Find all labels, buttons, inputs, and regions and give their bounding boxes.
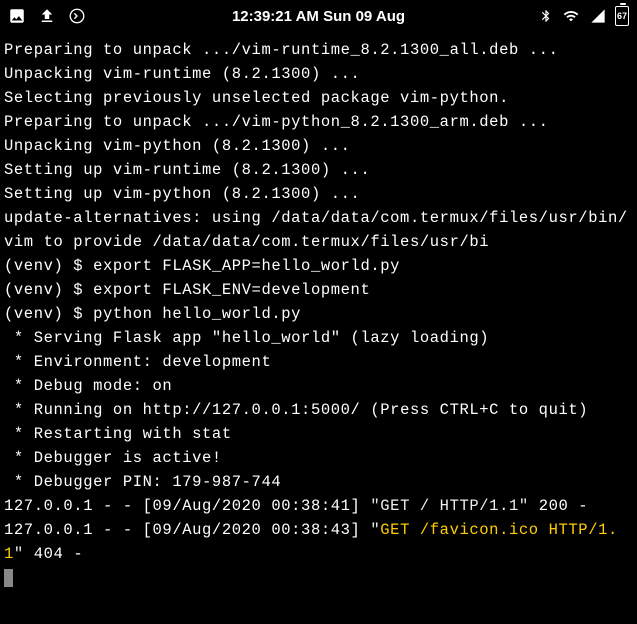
terminal-line: * Debugger is active! [4, 449, 222, 467]
terminal-line: Preparing to unpack .../vim-python_8.2.1… [4, 113, 549, 131]
terminal-output[interactable]: Preparing to unpack .../vim-runtime_8.2.… [0, 32, 637, 596]
log-entry: 127.0.0.1 - - [09/Aug/2020 00:38:43] "GE… [4, 521, 618, 563]
terminal-line: * Environment: development [4, 353, 271, 371]
log-entry: 127.0.0.1 - - [09/Aug/2020 00:38:41] "GE… [4, 497, 588, 515]
terminal-line: Selecting previously unselected package … [4, 89, 509, 107]
terminal-cursor [4, 569, 13, 587]
terminal-line: Setting up vim-runtime (8.2.1300) ... [4, 161, 370, 179]
terminal-line: Unpacking vim-runtime (8.2.1300) ... [4, 65, 360, 83]
terminal-icon [68, 7, 86, 25]
upload-icon [38, 7, 56, 25]
bluetooth-icon [539, 7, 553, 25]
status-right: 67 [539, 6, 629, 26]
terminal-line: (venv) $ export FLASK_APP=hello_world.py [4, 257, 400, 275]
status-left [8, 7, 86, 25]
signal-icon [589, 8, 607, 24]
image-icon [8, 7, 26, 25]
terminal-line: Setting up vim-python (8.2.1300) ... [4, 185, 360, 203]
status-time: 12:39:21 AM Sun 09 Aug [232, 8, 405, 25]
terminal-line: Unpacking vim-python (8.2.1300) ... [4, 137, 351, 155]
terminal-line: * Debugger PIN: 179-987-744 [4, 473, 281, 491]
status-bar: 12:39:21 AM Sun 09 Aug 67 [0, 0, 637, 32]
terminal-line: (venv) $ export FLASK_ENV=development [4, 281, 370, 299]
terminal-line: * Restarting with stat [4, 425, 232, 443]
wifi-icon [561, 8, 581, 24]
battery-icon: 67 [615, 6, 629, 26]
terminal-line: update-alternatives: using /data/data/co… [4, 209, 628, 251]
terminal-line: (venv) $ python hello_world.py [4, 305, 301, 323]
terminal-line: Preparing to unpack .../vim-runtime_8.2.… [4, 41, 558, 59]
terminal-line: * Running on http://127.0.0.1:5000/ (Pre… [4, 401, 588, 419]
terminal-line: * Debug mode: on [4, 377, 172, 395]
terminal-line: * Serving Flask app "hello_world" (lazy … [4, 329, 489, 347]
battery-level: 67 [617, 11, 627, 21]
